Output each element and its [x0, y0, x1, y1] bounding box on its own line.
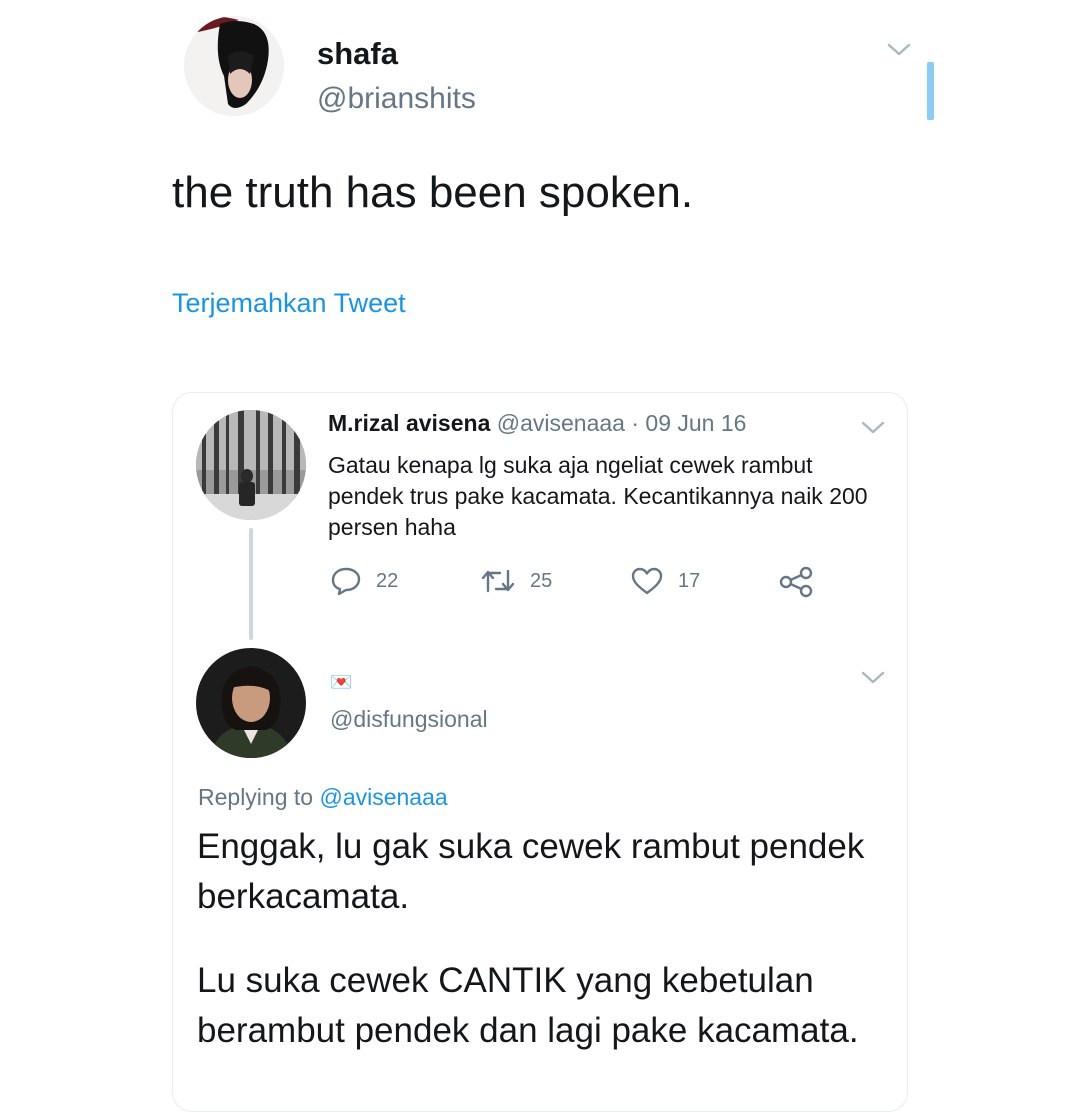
main-tweet-text: the truth has been spoken. [172, 168, 694, 217]
reply-paragraph-2: Lu suka cewek CANTIK yang kebetulan bera… [197, 961, 859, 1050]
replying-to-prefix: Replying to [198, 784, 314, 810]
main-handle[interactable]: @brianshits [317, 82, 476, 116]
rizal-avatar-image [196, 410, 306, 520]
like-action[interactable]: 17 [630, 566, 700, 596]
reply-icon [331, 567, 361, 596]
rizal-tweet-text: Gatau kenapa lg suka aja ngeliat cewek r… [328, 452, 868, 540]
accent-bar [927, 62, 934, 120]
rizal-date[interactable]: 09 Jun 16 [645, 410, 746, 436]
like-icon [631, 567, 663, 595]
main-display-name[interactable]: shafa [317, 36, 398, 72]
disfungsional-avatar[interactable] [196, 648, 306, 758]
chevron-down-icon[interactable] [860, 420, 886, 436]
replying-to-line: Replying to @avisenaaa [198, 784, 448, 811]
translate-tweet-link[interactable]: Terjemahkan Tweet [172, 288, 406, 319]
retweet-count: 25 [530, 569, 553, 592]
thread-connector-line [249, 528, 253, 640]
share-icon [779, 566, 813, 598]
reply-count: 22 [376, 569, 399, 592]
disfungsional-handle[interactable]: @disfungsional [330, 706, 488, 733]
rizal-display-name[interactable]: M.rizal avisena [328, 410, 490, 436]
main-avatar[interactable] [184, 16, 284, 116]
replying-to-handle[interactable]: @avisenaaa [319, 784, 447, 810]
disfungsional-display-name[interactable]: 💌 [330, 672, 352, 693]
rizal-handle[interactable]: @avisenaaa [497, 410, 625, 436]
rizal-avatar[interactable] [196, 410, 306, 520]
chevron-down-icon[interactable] [886, 42, 912, 58]
retweet-action[interactable]: 25 [480, 566, 552, 596]
share-action[interactable] [778, 566, 814, 598]
rizal-header: M.rizal avisena @avisenaaa · 09 Jun 16 [328, 410, 746, 437]
chevron-down-icon[interactable] [860, 670, 886, 686]
reply-paragraph-1: Enggak, lu gak suka cewek rambut pendek … [197, 827, 865, 916]
disfungsional-avatar-image [196, 648, 306, 758]
meta-separator: · [631, 410, 640, 436]
retweet-icon [481, 569, 515, 593]
reply-action[interactable]: 22 [330, 566, 398, 596]
like-count: 17 [678, 569, 701, 592]
main-avatar-image [184, 16, 284, 116]
